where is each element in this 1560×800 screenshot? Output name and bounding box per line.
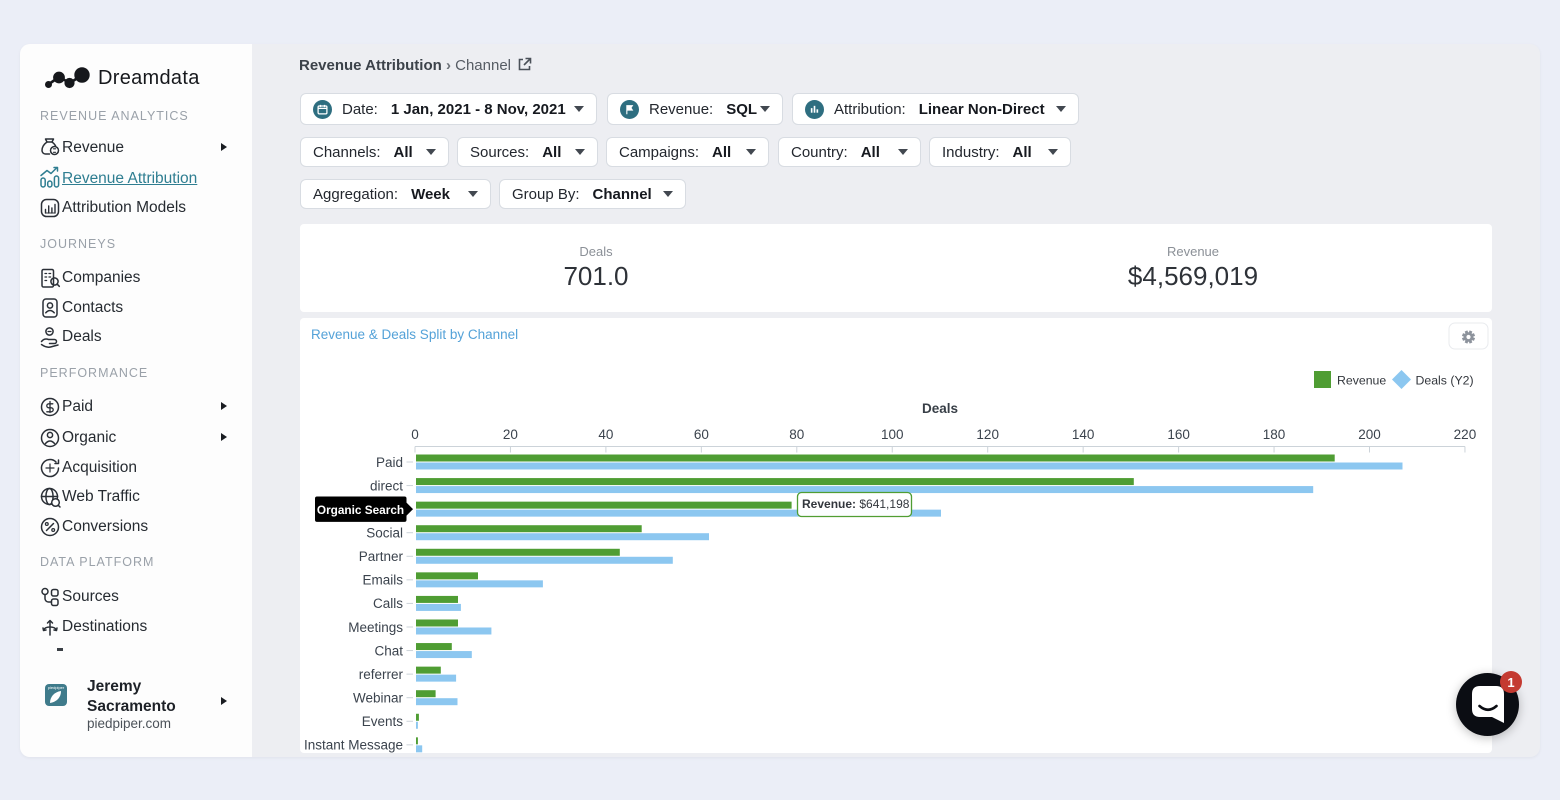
- svg-text:80: 80: [789, 427, 804, 442]
- svg-text:Events: Events: [362, 714, 404, 729]
- svg-text:140: 140: [1072, 427, 1095, 442]
- svg-text:200: 200: [1358, 427, 1381, 442]
- svg-text:Emails: Emails: [362, 573, 403, 588]
- svg-text:Calls: Calls: [373, 596, 403, 611]
- svg-text:Organic Search: Organic Search: [317, 503, 404, 517]
- svg-text:Revenue & Deals Split by Chann: Revenue & Deals Split by Channel: [311, 327, 518, 342]
- svg-text:220: 220: [1454, 427, 1477, 442]
- svg-text:Paid: Paid: [376, 455, 403, 470]
- svg-text:100: 100: [881, 427, 904, 442]
- svg-text:Revenue: $641,198: Revenue: $641,198: [802, 497, 910, 511]
- svg-text:180: 180: [1263, 427, 1286, 442]
- svg-text:Chat: Chat: [374, 643, 403, 658]
- svg-text:60: 60: [694, 427, 709, 442]
- svg-text:Social: Social: [366, 526, 403, 541]
- svg-text:Deals (Y2): Deals (Y2): [1416, 374, 1474, 388]
- svg-text:Meetings: Meetings: [348, 620, 403, 635]
- svg-text:20: 20: [503, 427, 518, 442]
- svg-text:Webinar: Webinar: [353, 691, 404, 706]
- svg-text:Instant Message: Instant Message: [304, 738, 403, 753]
- svg-text:referrer: referrer: [359, 667, 404, 682]
- svg-text:Revenue: Revenue: [1337, 374, 1386, 388]
- svg-text:Deals: Deals: [922, 401, 958, 416]
- svg-text:Partner: Partner: [359, 549, 404, 564]
- svg-text:0: 0: [411, 427, 419, 442]
- svg-text:120: 120: [976, 427, 999, 442]
- svg-text:160: 160: [1167, 427, 1190, 442]
- svg-text:direct: direct: [370, 478, 403, 493]
- svg-text:40: 40: [598, 427, 613, 442]
